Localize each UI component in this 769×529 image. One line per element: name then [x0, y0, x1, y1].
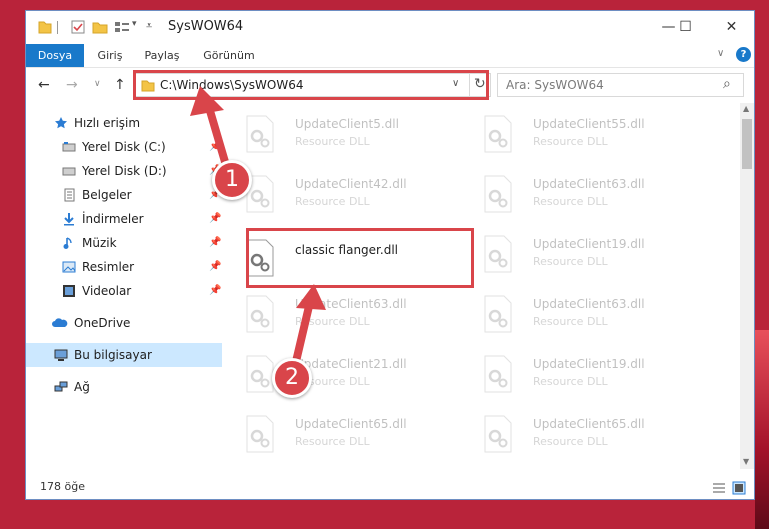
step-badge-1: 1 — [212, 160, 252, 200]
step-badge-2: 2 — [272, 358, 312, 398]
arrow-2-head — [296, 284, 326, 310]
arrow-1-head — [190, 86, 224, 116]
annotation-arrows — [190, 86, 326, 374]
